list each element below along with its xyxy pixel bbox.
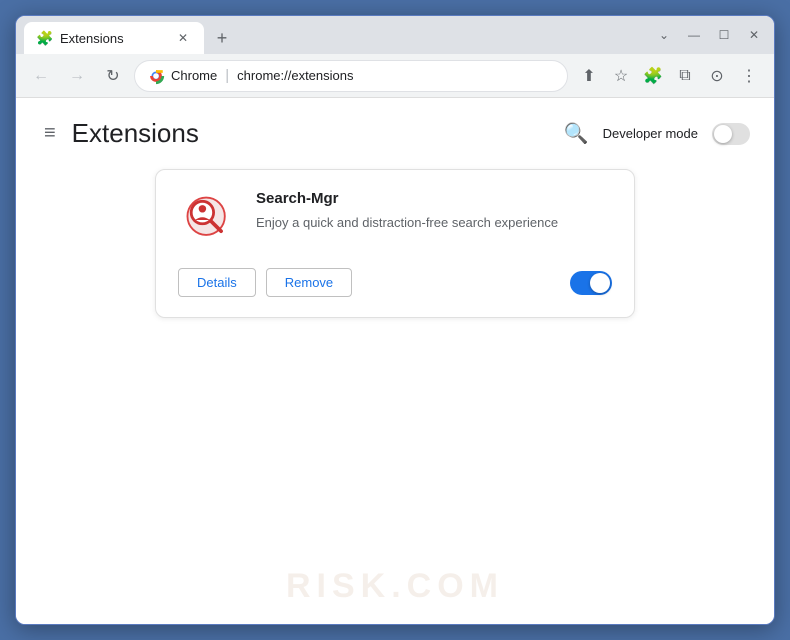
extension-toggle[interactable]: [570, 271, 612, 295]
back-button[interactable]: ←: [26, 61, 56, 91]
chrome-logo-icon: [147, 67, 165, 85]
tab-area: 🧩 Extensions ✕ +: [24, 16, 638, 54]
extension-description: Enjoy a quick and distraction-free searc…: [256, 213, 612, 233]
profile-button[interactable]: ⊙: [702, 61, 732, 91]
toolbar: ← → ↻ Chrome | chrome://extensions ⬆ ☆ 🧩: [16, 54, 774, 98]
extension-name: Search-Mgr: [256, 190, 612, 207]
extension-card-inner: Search-Mgr Enjoy a quick and distraction…: [178, 190, 612, 250]
menu-icon[interactable]: ≡: [40, 118, 60, 149]
address-bar[interactable]: Chrome | chrome://extensions: [134, 60, 568, 92]
extension-info: Search-Mgr Enjoy a quick and distraction…: [256, 190, 612, 250]
extension-buttons: Details Remove: [178, 268, 352, 297]
maximize-btn[interactable]: ☐: [712, 23, 736, 47]
extension-icon: [180, 192, 236, 248]
chevron-down-btn[interactable]: ⌄: [652, 23, 676, 47]
browser-window: 🧩 Extensions ✕ + ⌄ — ☐ ✕ ← → ↻: [15, 15, 775, 625]
chrome-logo-area: Chrome: [147, 67, 217, 85]
share-button[interactable]: ⬆: [574, 61, 604, 91]
browser-brand-label: Chrome: [171, 68, 217, 83]
page-title: Extensions: [72, 118, 199, 149]
reload-button[interactable]: ↻: [98, 61, 128, 91]
extension-card: Search-Mgr Enjoy a quick and distraction…: [155, 169, 635, 318]
title-bar: 🧩 Extensions ✕ + ⌄ — ☐ ✕: [16, 16, 774, 54]
page-title-area: ≡ Extensions: [40, 118, 199, 149]
forward-button[interactable]: →: [62, 61, 92, 91]
toolbar-actions: ⬆ ☆ 🧩 ⧉ ⊙ ⋮: [574, 61, 764, 91]
details-button[interactable]: Details: [178, 268, 256, 297]
toggle-knob: [714, 125, 732, 143]
close-btn[interactable]: ✕: [742, 23, 766, 47]
minimize-btn[interactable]: —: [682, 23, 706, 47]
active-tab[interactable]: 🧩 Extensions ✕: [24, 22, 204, 54]
developer-mode-label: Developer mode: [603, 126, 698, 141]
header-right: 🔍 Developer mode: [564, 121, 750, 146]
address-url: chrome://extensions: [237, 68, 353, 83]
bookmark-button[interactable]: ☆: [606, 61, 636, 91]
tab-title: Extensions: [60, 31, 124, 46]
new-tab-button[interactable]: +: [208, 24, 236, 52]
page-content: PC ≡ Extensions 🔍 Developer mode: [16, 98, 774, 624]
extension-actions: Details Remove: [178, 268, 612, 297]
extension-icon-wrap: [178, 190, 238, 250]
developer-mode-toggle[interactable]: [712, 123, 750, 145]
watermark-site: RISK.COM: [16, 567, 774, 606]
extensions-button[interactable]: 🧩: [638, 61, 668, 91]
page-header: ≡ Extensions 🔍 Developer mode: [40, 118, 750, 149]
extension-toggle-knob: [590, 273, 610, 293]
window-controls: ⌄ — ☐ ✕: [652, 23, 766, 47]
more-button[interactable]: ⋮: [734, 61, 764, 91]
remove-button[interactable]: Remove: [266, 268, 352, 297]
tab-puzzle-icon: 🧩: [36, 30, 52, 46]
address-divider: |: [225, 67, 229, 84]
search-icon[interactable]: 🔍: [564, 121, 589, 146]
tab-close-btn[interactable]: ✕: [174, 29, 192, 47]
split-view-button[interactable]: ⧉: [670, 61, 700, 91]
